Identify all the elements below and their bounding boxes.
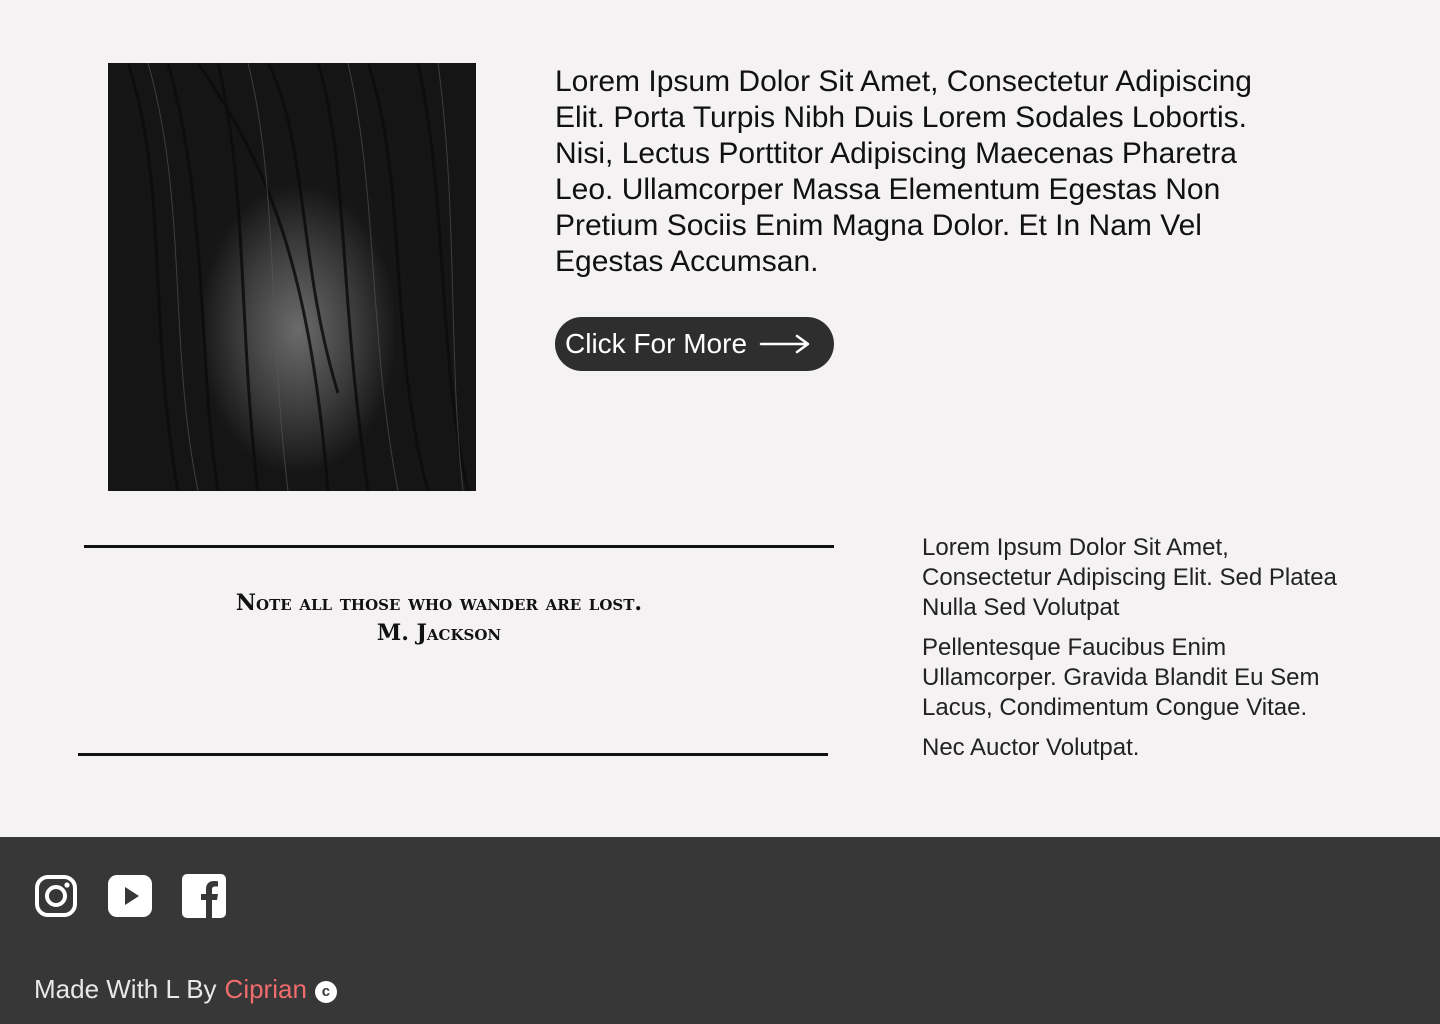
side-text: Lorem Ipsum Dolor Sit Amet, Consectetur … bbox=[922, 533, 1362, 773]
credit-line: Made With L By Ciprian c bbox=[34, 974, 337, 1005]
click-for-more-button[interactable]: Click For More bbox=[555, 317, 834, 371]
divider-top bbox=[84, 545, 834, 548]
footer: Made With L By Ciprian c bbox=[0, 837, 1440, 1024]
quote-text: Note all those who wander are lost. bbox=[235, 590, 643, 616]
credit-prefix: Made With L By bbox=[34, 974, 217, 1004]
divider-bottom bbox=[78, 753, 828, 756]
side-paragraph: Pellentesque Faucibus Enim Ullamcorper. … bbox=[922, 634, 1320, 721]
credit-author-link[interactable]: Ciprian bbox=[225, 974, 307, 1005]
facebook-icon[interactable] bbox=[182, 874, 226, 918]
quote-author: M. Jackson bbox=[376, 620, 502, 646]
cta-label: Click For More bbox=[565, 328, 748, 359]
instagram-icon[interactable] bbox=[34, 874, 78, 918]
copyright-icon: c bbox=[314, 980, 337, 1003]
youtube-icon[interactable] bbox=[108, 874, 152, 918]
social-links bbox=[34, 874, 226, 918]
hero-paragraph: Lorem Ipsum Dolor Sit Amet, Consectetur … bbox=[555, 65, 1252, 278]
quote-block: Note all those who wander are lost. M. J… bbox=[84, 588, 794, 648]
side-paragraph: Lorem Ipsum Dolor Sit Amet, Consectetur … bbox=[922, 534, 1337, 621]
hero-portrait-image bbox=[108, 63, 476, 491]
side-paragraph: Nec Auctor Volutpat. bbox=[922, 734, 1140, 761]
arrow-right-icon bbox=[759, 333, 811, 355]
